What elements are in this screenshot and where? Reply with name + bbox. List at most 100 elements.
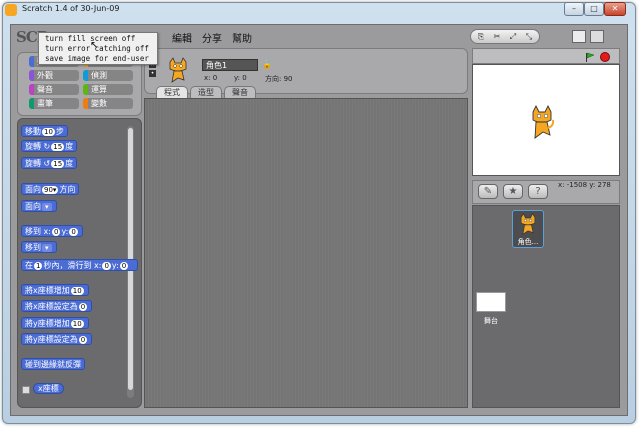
shrink-icon[interactable]: ⤡: [523, 31, 535, 43]
category-color-swatch: [83, 70, 88, 81]
grow-icon[interactable]: ⤢: [507, 31, 519, 43]
small-stage-mode-button[interactable]: [572, 30, 586, 43]
number-slot[interactable]: 0: [119, 261, 129, 270]
category-pen[interactable]: 畫筆: [29, 98, 79, 109]
category-sound[interactable]: 聲音: [29, 84, 79, 95]
menu-share[interactable]: 分享: [202, 30, 222, 45]
menu-edit[interactable]: 編輯: [172, 30, 192, 45]
block-text: 步: [55, 127, 64, 136]
number-slot[interactable]: 10: [42, 127, 55, 136]
scratch-app-icon: [5, 4, 17, 16]
sprite-name-field[interactable]: 角色1: [202, 59, 258, 71]
direction-dropdown[interactable]: 90▾: [42, 185, 59, 194]
block-text: 方向: [59, 185, 76, 194]
number-slot[interactable]: 10: [70, 286, 84, 295]
x-reporter-checkbox[interactable]: [22, 386, 30, 394]
block-text: 在: [25, 261, 33, 270]
sprite-direction-readout: 方向: 90: [265, 75, 293, 83]
block-text: 移動: [25, 127, 41, 136]
delete-scissors-icon[interactable]: ✂: [491, 31, 503, 43]
category-label: 偵測: [91, 71, 107, 80]
block-change-y[interactable]: 將y座標增加 10: [21, 317, 89, 329]
random-sprite-icon[interactable]: ?: [528, 184, 548, 199]
block-text: 旋轉 ↺: [25, 159, 51, 168]
block-turn-counterclockwise[interactable]: 旋轉 ↺ 15 度: [21, 157, 78, 169]
category-color-swatch: [29, 84, 34, 95]
sprite-thumbnail-label: 角色...: [517, 238, 539, 246]
stop-button[interactable]: [600, 52, 610, 62]
target-dropdown[interactable]: ▾: [42, 202, 52, 211]
stage-label: 舞台: [484, 317, 498, 325]
menu-item-save-image[interactable]: save image for end-user: [45, 54, 149, 63]
block-bounce[interactable]: 碰到邊緣就反彈: [21, 358, 85, 370]
number-slot[interactable]: 0: [78, 302, 88, 311]
tab-sounds[interactable]: 聲音: [224, 86, 256, 98]
category-label: 運算: [91, 85, 107, 94]
block-change-x[interactable]: 將x座標增加 10: [21, 284, 89, 296]
sprite-cat-thumbnail: [169, 57, 187, 83]
number-slot[interactable]: 0: [78, 335, 88, 344]
block-set-x[interactable]: 將x座標設定為 0: [21, 300, 93, 312]
menu-help[interactable]: 幫助: [232, 30, 252, 45]
block-text: 將x座標增加: [25, 286, 70, 295]
minimize-button[interactable]: –: [564, 2, 584, 16]
number-slot[interactable]: 1: [34, 261, 43, 270]
block-text: 將y座標設定為: [25, 335, 78, 344]
block-text: 度: [65, 142, 74, 151]
stage-thumbnail[interactable]: [476, 292, 506, 312]
no-rotate-icon[interactable]: •: [149, 70, 156, 77]
block-text: 將x座標設定為: [25, 302, 78, 311]
category-label: 外觀: [37, 71, 53, 80]
block-goto-xy[interactable]: 移到 x: 0 y: 0: [21, 225, 83, 237]
tab-costumes[interactable]: 造型: [190, 86, 222, 98]
category-variables[interactable]: 變數: [83, 98, 133, 109]
block-text: 移到 x:: [25, 227, 51, 236]
block-point-direction[interactable]: 面向 90▾ 方向: [21, 183, 80, 195]
paint-new-sprite-icon[interactable]: ✎: [478, 184, 498, 199]
category-operators[interactable]: 運算: [83, 84, 133, 95]
sprite-cat-icon: [520, 213, 536, 236]
block-text: y:: [61, 227, 69, 236]
block-move-steps[interactable]: 移動 10 步: [21, 125, 68, 137]
block-text: 面向: [25, 185, 41, 194]
category-label: 畫筆: [37, 99, 53, 108]
category-looks[interactable]: 外觀: [29, 70, 79, 81]
block-point-towards[interactable]: 面向 ▾: [21, 200, 57, 212]
category-color-swatch: [29, 70, 34, 81]
scripts-area[interactable]: [144, 98, 468, 408]
close-button[interactable]: ✕: [604, 2, 626, 16]
category-label: 聲音: [37, 85, 53, 94]
stage-toolbar: [472, 48, 620, 64]
sprite-y-readout: y: 0: [234, 74, 247, 82]
number-slot[interactable]: 0: [102, 261, 111, 270]
block-turn-clockwise[interactable]: 旋轉 ↻ 15 度: [21, 140, 78, 152]
reporter-x-position[interactable]: x座標: [33, 383, 64, 394]
normal-stage-mode-button[interactable]: [590, 30, 604, 43]
block-set-y[interactable]: 將y座標設定為 0: [21, 333, 93, 345]
lock-icon[interactable]: 🔒: [262, 60, 272, 69]
duplicate-stamp-icon[interactable]: ⎘: [475, 31, 487, 43]
choose-sprite-file-icon[interactable]: ★: [503, 184, 523, 199]
block-glide[interactable]: 在 1 秒內，滑行到 x: 0 y: 0: [21, 259, 138, 271]
green-flag-icon[interactable]: [585, 52, 595, 62]
block-text: 秒內，滑行到 x:: [43, 261, 102, 270]
number-slot[interactable]: 0: [69, 227, 78, 236]
number-slot[interactable]: 15: [51, 159, 65, 168]
category-sensing[interactable]: 偵測: [83, 70, 133, 81]
category-color-swatch: [29, 98, 34, 109]
category-label: 變數: [91, 99, 107, 108]
block-text: 移到: [25, 243, 41, 252]
block-text: 度: [65, 159, 74, 168]
block-text: 旋轉 ↻: [25, 142, 51, 151]
stage-sprite-cat[interactable]: [526, 104, 556, 140]
maximize-button[interactable]: □: [584, 2, 604, 16]
tab-scripts[interactable]: 程式: [156, 86, 188, 98]
sprite-x-readout: x: 0: [204, 74, 218, 82]
target-dropdown[interactable]: ▾: [42, 243, 52, 252]
number-slot[interactable]: 0: [51, 227, 61, 236]
block-text: 將y座標增加: [25, 319, 70, 328]
number-slot[interactable]: 10: [70, 319, 84, 328]
category-color-swatch: [83, 98, 88, 109]
number-slot[interactable]: 15: [51, 142, 65, 151]
block-goto[interactable]: 移到 ▾: [21, 241, 57, 253]
